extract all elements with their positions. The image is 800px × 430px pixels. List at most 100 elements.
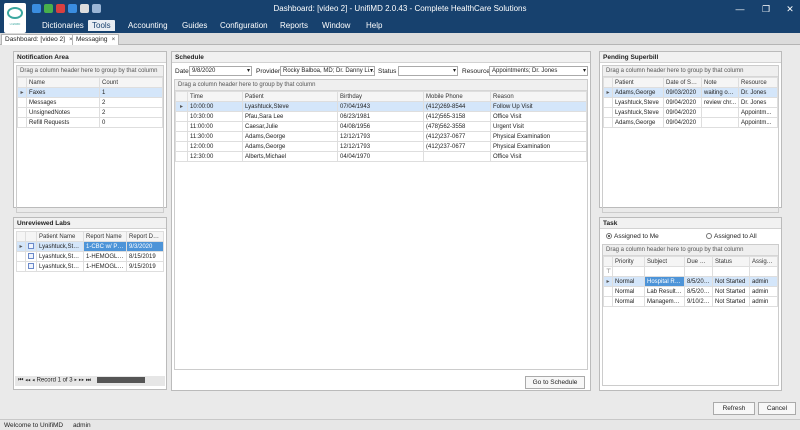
column-header-count[interactable]: Count <box>99 77 163 88</box>
notification-title: Notification Area <box>14 52 166 63</box>
close-icon[interactable]: ✕ <box>784 4 796 15</box>
table-row[interactable]: 11:00:00 Caesar,Julie 04/08/1956 (478)562-3… <box>175 121 587 132</box>
column-header-status[interactable]: Status <box>712 256 750 267</box>
column-header-report-date[interactable]: Report Date <box>126 231 164 242</box>
column-header-name[interactable]: Name <box>26 77 100 88</box>
status-select[interactable]: ▾ <box>398 66 458 76</box>
table-row[interactable]: Messages 2 <box>17 97 163 108</box>
column-header-report-name[interactable]: Report Name <box>83 231 127 242</box>
chevron-down-icon: ▾ <box>369 68 373 74</box>
column-header-assignee[interactable]: Assigne... <box>749 256 778 267</box>
quick-access-print-icon[interactable] <box>80 4 89 13</box>
menu-configuration[interactable]: Configuration <box>216 20 272 31</box>
table-row[interactable]: ▸ Adams,George 09/03/2020 waiting on ... Dr.… <box>603 87 778 98</box>
column-header-patient-name[interactable]: Patient Name <box>36 231 84 242</box>
date-label: Date <box>175 68 189 75</box>
quick-access-close-icon[interactable] <box>56 4 65 13</box>
record-navigator[interactable]: ⏮ ◂◂ ◂ Record 1 of 3 ▸ ▸▸ ⏭ <box>15 376 165 386</box>
assigned-to-me-radio[interactable]: Assigned to Me <box>606 233 659 240</box>
table-row[interactable]: 11:30:00 Adams,George 12/12/1793 (412)237-0… <box>175 131 587 142</box>
table-row[interactable]: Normal Management... 9/10/20... Not Started… <box>603 296 778 307</box>
task-table: Priority Subject Due Date Status Assigne... … <box>603 256 778 307</box>
table-row[interactable]: ▸ 10:00:00 Lyashtuck,Steve 07/04/1943 (412)2… <box>175 101 587 112</box>
document-icon <box>28 243 34 250</box>
group-by-area[interactable]: Drag a column header here to group by th… <box>603 66 778 77</box>
quick-access-menu-icon[interactable] <box>92 4 101 13</box>
assigned-to-all-radio[interactable]: Assigned to All <box>706 233 757 240</box>
tab-messaging[interactable]: Messaging × <box>72 34 120 45</box>
column-header-mobile-phone[interactable]: Mobile Phone <box>423 91 491 102</box>
table-row[interactable]: 12:00:00 Adams,George 12/12/1793 (412)237-0… <box>175 141 587 152</box>
table-row[interactable]: Lyashtuck,Steve 09/04/2020 Appointm... <box>603 107 778 118</box>
group-by-area[interactable]: Drag a column header here to group by th… <box>603 245 778 256</box>
horizontal-scrollbar[interactable] <box>96 377 145 383</box>
schedule-table: Time Patient Birthday Mobile Phone Reason ▸ 1… <box>175 91 587 162</box>
column-header-patient[interactable]: Patient <box>612 77 664 88</box>
window-title: Dashboard: [video 2] - UnifiMD 2.0.43 - … <box>273 4 527 13</box>
table-row[interactable]: ▸ Lyashtuck,Steve 1-CBC w/ PDF 9/3/2020 <box>16 241 164 252</box>
group-by-area[interactable]: Drag a column header here to group by th… <box>17 66 163 77</box>
app-logo: UnifiMD <box>4 3 26 33</box>
menu-window[interactable]: Window <box>318 20 354 31</box>
menu-help[interactable]: Help <box>362 20 386 31</box>
task-title: Task <box>600 218 781 229</box>
table-row[interactable]: UnsignedNotes 2 <box>17 107 163 118</box>
next-record-icon[interactable]: ▸ ▸▸ ⏭ <box>74 378 91 384</box>
column-header-priority[interactable]: Priority <box>612 256 645 267</box>
menu-reports[interactable]: Reports <box>276 20 312 31</box>
quick-access-save-icon[interactable] <box>32 4 41 13</box>
resource-label: Resource <box>462 68 490 75</box>
date-picker[interactable]: 9/8/2020 ▾ <box>189 66 252 76</box>
group-by-area[interactable]: Drag a column header here to group by th… <box>175 80 587 91</box>
notification-panel: Notification Area Drag a column header h… <box>13 51 167 213</box>
provider-select[interactable]: Rocky Balboa, MD; Dr. Danny Li... ▾ <box>280 66 375 76</box>
minimize-icon[interactable]: — <box>734 4 746 15</box>
labs-panel: Unreviewed Labs Patient Name Report Name R… <box>13 217 167 390</box>
refresh-button[interactable]: Refresh <box>713 402 755 415</box>
table-row[interactable]: ▸ Normal Hospital Revi... 8/5/2020 Not Start… <box>603 276 778 287</box>
column-header-time[interactable]: Time <box>187 91 243 102</box>
column-header-resource[interactable]: Resource <box>738 77 778 88</box>
column-header-patient[interactable]: Patient <box>242 91 338 102</box>
tab-dashboard[interactable]: Dashboard: [video 2] × <box>1 34 77 45</box>
restore-icon[interactable]: ❐ <box>760 4 772 15</box>
table-row[interactable]: 12:30:00 Alberts,Michael 04/04/1970 Office … <box>175 151 587 162</box>
menu-dictionaries[interactable]: Dictionaries <box>38 20 88 31</box>
document-icon <box>28 253 34 260</box>
provider-label: Provider <box>256 68 281 75</box>
go-to-schedule-button[interactable]: Go to Schedule <box>525 376 585 389</box>
column-header-date-of-service[interactable]: Date of Se... <box>663 77 702 88</box>
document-icon <box>28 263 34 270</box>
quick-access-refresh-icon[interactable] <box>44 4 53 13</box>
cancel-button[interactable]: Cancel <box>758 402 796 415</box>
status-user: admin <box>72 422 91 429</box>
resource-select[interactable]: Appointments; Dr. Jones ▾ <box>489 66 588 76</box>
menu-guides[interactable]: Guides <box>178 20 211 31</box>
first-record-icon[interactable]: ⏮ ◂◂ ◂ <box>18 378 35 384</box>
chevron-down-icon: ▾ <box>582 68 586 74</box>
table-row[interactable]: Normal Lab Results ... 8/5/2020 Not Started… <box>603 286 778 297</box>
chevron-down-icon: ▾ <box>246 68 250 74</box>
status-welcome: Welcome to UnifiMD <box>4 422 64 429</box>
menu-accounting[interactable]: Accounting <box>124 20 172 31</box>
labs-title: Unreviewed Labs <box>14 218 166 229</box>
column-header-birthday[interactable]: Birthday <box>337 91 424 102</box>
superbill-title: Pending Superbill <box>600 52 781 63</box>
column-header-subject[interactable]: Subject <box>644 256 685 267</box>
menu-tools[interactable]: Tools <box>88 20 115 31</box>
tab-close-icon[interactable]: × <box>111 36 115 43</box>
labs-table: Patient Name Report Name Report Date ▸ Lyas… <box>16 231 164 272</box>
table-row[interactable]: Lyashtuck,Steve1-HEMOGLOBI...9/15/2019 <box>16 261 164 272</box>
filter-icon[interactable]: ⊤ <box>603 266 613 277</box>
table-row[interactable]: Lyashtuck,Steve 09/04/2020 review chr... Dr… <box>603 97 778 108</box>
table-row[interactable]: Refill Requests 0 <box>17 117 163 128</box>
column-header-due-date[interactable]: Due Date <box>684 256 713 267</box>
column-header-note[interactable]: Note <box>701 77 739 88</box>
table-row[interactable]: ▸ Faxes 1 <box>17 87 163 98</box>
table-row[interactable]: Adams,George 09/04/2020 Appointm... <box>603 117 778 128</box>
schedule-title: Schedule <box>172 52 590 63</box>
table-row[interactable]: 10:30:00 Pfau,Sara Lee 06/23/1981 (412)565-… <box>175 111 587 122</box>
column-header-reason[interactable]: Reason <box>490 91 587 102</box>
quick-access-help-icon[interactable] <box>68 4 77 13</box>
table-row[interactable]: Lyashtuck,Steve1-HEMOGLOBI...8/15/2019 <box>16 251 164 262</box>
